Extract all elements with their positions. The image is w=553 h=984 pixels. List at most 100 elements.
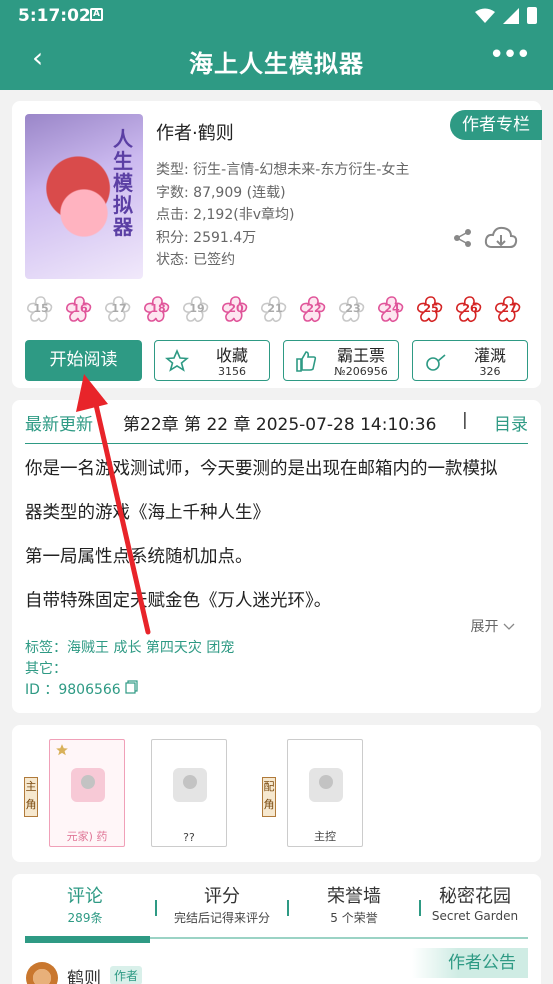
flower-number: 16 <box>72 302 88 315</box>
flower-badge: 25 <box>415 293 447 325</box>
flower-number: 25 <box>423 302 439 315</box>
ticket-count: №206956 <box>334 365 388 378</box>
wifi-icon <box>475 8 495 23</box>
flower-number: 27 <box>501 302 517 315</box>
tab-rating[interactable]: 评分 完结后记得来评分 <box>162 882 282 926</box>
author-name[interactable]: 作者·鹤则 <box>156 119 234 145</box>
ticket-button[interactable]: 霸王票 №206956 <box>283 340 399 381</box>
character-caption: 元家) 药 <box>66 830 108 843</box>
flower-badge: 24 <box>376 293 408 325</box>
chevron-down-icon <box>503 623 515 630</box>
tab-secret-garden[interactable]: 秘密花园 Secret Garden <box>415 882 535 923</box>
flower-number: 20 <box>228 302 244 315</box>
flower-badge: 23 <box>337 293 369 325</box>
tab-comments[interactable]: 评论 289条 <box>25 882 145 926</box>
tab-honor-wall[interactable]: 荣誉墙 5 个荣誉 <box>294 882 414 926</box>
ticket-label: 霸王票 <box>336 346 385 365</box>
flower-number: 17 <box>111 302 127 315</box>
flower-badge: 15 <box>25 293 57 325</box>
flower-number: 21 <box>267 302 283 315</box>
tab-divider <box>287 900 289 916</box>
flower-badge: 26 <box>454 293 486 325</box>
start-reading-button[interactable]: 开始阅读 <box>25 340 142 381</box>
collect-count: 3156 <box>218 365 246 378</box>
book-intro: 你是一名游戏测试师，今天要测的是出现在邮箱内的一款模拟 器类型的游戏《海上千种人… <box>25 455 530 631</box>
notification-a-icon: A <box>90 8 103 21</box>
cloud-download-icon[interactable] <box>484 225 518 251</box>
star-icon <box>165 349 189 372</box>
tab-bar: 评论 289条 评分 完结后记得来评分 荣誉墙 5 个荣誉 秘密花园 Secre… <box>25 882 528 936</box>
tab-subtitle: Secret Garden <box>431 909 519 923</box>
expand-button[interactable]: 展开 <box>471 616 515 636</box>
latest-update-label: 最新更新 <box>25 415 93 435</box>
flower-number: 18 <box>150 302 166 315</box>
table-of-contents-link[interactable]: 目录 <box>494 410 528 435</box>
share-icon[interactable] <box>453 228 473 248</box>
character-card[interactable]: 元家) 药 <box>49 739 125 847</box>
tab-title: 荣誉墙 <box>327 886 381 907</box>
expand-label: 展开 <box>470 619 499 635</box>
cover-char: 拟 <box>113 193 133 217</box>
latest-update-row[interactable]: 最新更新 第22章 第 22 章 2025-07-28 14:10:36 | 目… <box>25 410 528 444</box>
author-column-button[interactable]: 作者专栏 <box>450 110 542 140</box>
meta-type: 类型: 衍生-言情-幻想未来-东方衍生-女主 <box>156 162 410 178</box>
copy-icon[interactable] <box>125 680 138 694</box>
flower-number: 15 <box>33 302 49 315</box>
water-button[interactable]: 灌溉 326 <box>412 340 528 381</box>
intro-paragraph: 你是一名游戏测试师，今天要测的是出现在邮箱内的一款模拟 <box>25 459 498 479</box>
status-time: 5:17:02 <box>18 6 91 26</box>
tags-block: 标签：海贼王 成长 第四天灾 团宠 其它： ID ：9806566 <box>25 638 234 701</box>
book-id: ID ：9806566 <box>25 682 121 698</box>
meta-words: 字数: 87,909 (连载) <box>156 184 286 201</box>
cellular-signal-icon <box>503 7 519 24</box>
characters-card: 主角 元家) 药 ?? 配角 主控 <box>12 725 541 862</box>
meta-score: 积分: 2591.4万 <box>156 229 257 246</box>
character-caption: 主控 <box>314 830 336 843</box>
flower-badge: 16 <box>64 293 96 325</box>
cover-char: 器 <box>113 215 133 239</box>
water-label: 灌溉 <box>473 346 506 365</box>
tab-title: 评论 <box>67 886 103 907</box>
cover-char: 模 <box>113 171 133 195</box>
tab-subtitle: 完结后记得来评分 <box>173 911 270 925</box>
latest-chapter-link[interactable]: 第22章 第 22 章 2025-07-28 14:10:36 <box>123 410 436 435</box>
book-cover[interactable]: 人 生 模 拟 器 <box>25 114 143 279</box>
character-avatar <box>71 768 105 802</box>
cover-char: 人 <box>113 127 133 151</box>
more-options-icon[interactable]: ••• <box>489 40 531 70</box>
divider: | <box>462 410 468 430</box>
book-info-card: 人 生 模 拟 器 作者·鹤则 作者专栏 类型: 衍生-言情-幻想未来-东方衍生… <box>12 101 542 388</box>
flower-number: 22 <box>306 302 322 315</box>
intro-paragraph: 第一局属性点系统随机加点。 <box>25 547 253 567</box>
intro-paragraph: 器类型的游戏《海上千种人生》 <box>25 503 270 523</box>
collect-label: 收藏 <box>215 346 248 365</box>
flower-badge: 27 <box>493 293 525 325</box>
active-tab-indicator <box>25 936 150 943</box>
collect-button[interactable]: 收藏 3156 <box>154 340 270 381</box>
other-line: 其它： <box>25 661 67 677</box>
flower-badge: 21 <box>259 293 291 325</box>
tab-subtitle: 5 个荣誉 <box>330 911 378 925</box>
commenter-name[interactable]: 鹤则 <box>67 964 101 984</box>
character-card[interactable]: ?? <box>151 739 227 847</box>
cover-char: 生 <box>113 149 133 173</box>
tab-divider <box>155 900 157 916</box>
character-card[interactable]: 主控 <box>287 739 363 847</box>
tab-title: 秘密花园 <box>439 886 511 907</box>
tags-line[interactable]: 标签：海贼王 成长 第四天灾 团宠 <box>25 638 234 659</box>
book-meta: 类型: 衍生-言情-幻想未来-东方衍生-女主 字数: 87,909 (连载) 点… <box>156 159 409 272</box>
flower-badge: 17 <box>103 293 135 325</box>
flower-badge: 22 <box>298 293 330 325</box>
thumbs-up-icon <box>296 351 317 372</box>
star-badge-icon <box>56 744 68 756</box>
author-notice-button[interactable]: 作者公告 <box>412 948 528 978</box>
tab-title: 评分 <box>204 886 240 907</box>
author-badge: 作者 <box>110 966 143 984</box>
page-title: 海上人生模拟器 <box>189 50 364 78</box>
character-avatar <box>173 768 207 802</box>
water-count: 326 <box>479 365 501 378</box>
system-icons <box>475 7 537 24</box>
avatar[interactable] <box>26 962 58 984</box>
watering-can-icon <box>426 354 446 371</box>
status-bar: 5:17:02 A <box>0 0 553 30</box>
